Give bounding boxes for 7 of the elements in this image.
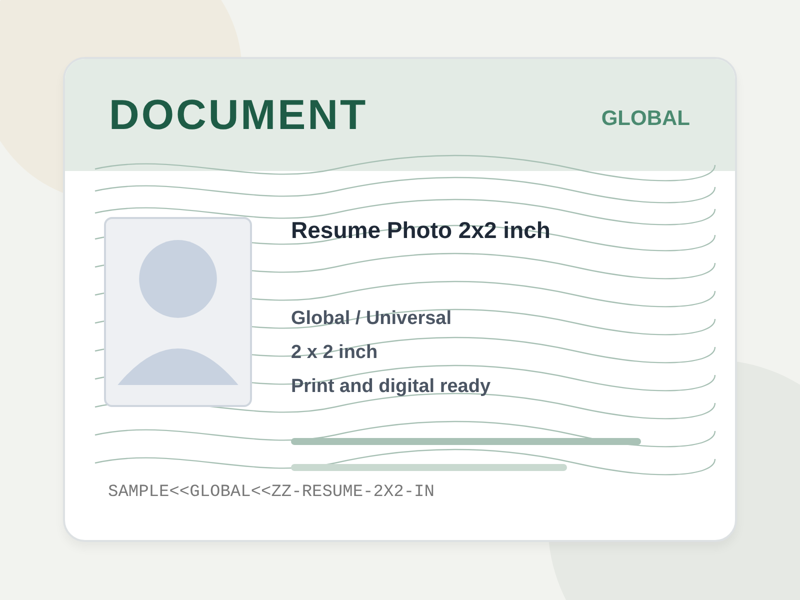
detail-text: Global / Universal [291, 307, 452, 331]
machine-readable-line: SAMPLE<<GLOBAL<<ZZ-RESUME-2X2-IN [108, 483, 436, 502]
region-label: GLOBAL [601, 106, 690, 130]
detail-text: 2 x 2 inch [291, 341, 379, 365]
detail-text: Print and digital ready [291, 375, 492, 399]
document-title: DOCUMENT [109, 91, 368, 139]
photo-title: Resume Photo 2x2 inch [291, 217, 552, 244]
